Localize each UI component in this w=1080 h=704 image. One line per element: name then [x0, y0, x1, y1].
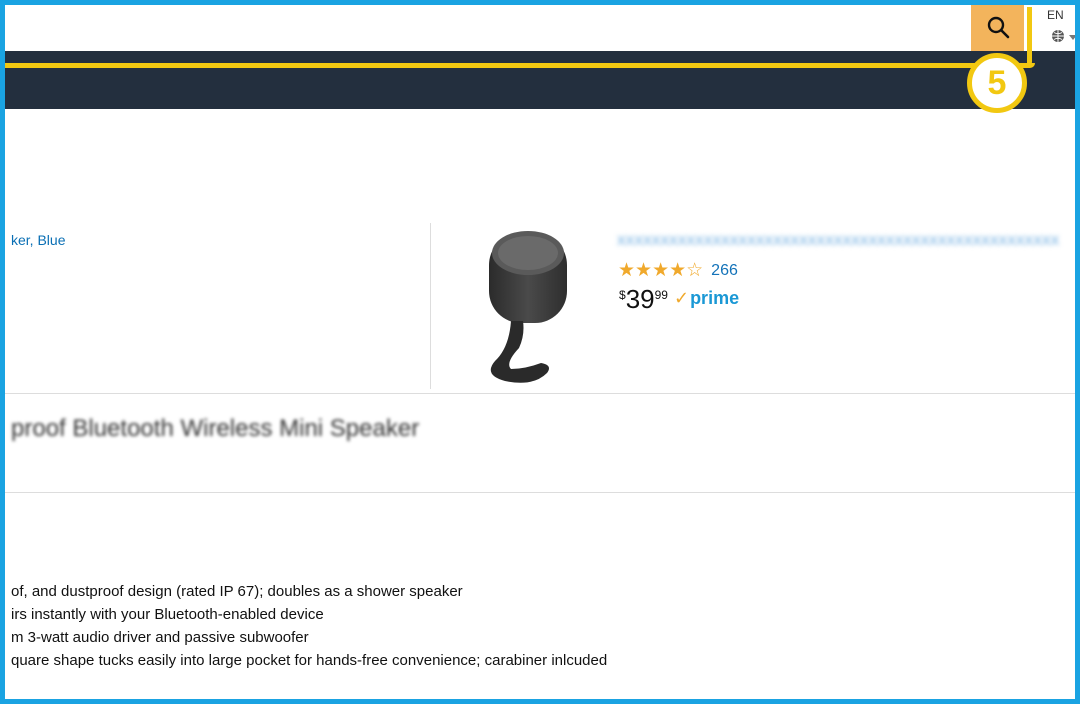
- feature-list: of, and dustproof design (rated IP 67); …: [11, 580, 607, 672]
- price: $ 39 99 ✓ prime: [619, 285, 739, 313]
- result-title-link-left[interactable]: ker, Blue: [11, 232, 65, 248]
- search-input[interactable]: [5, 5, 969, 51]
- product-title-link[interactable]: XXXXXXXXXXXXXXXXXXXXXXXXXXXXXXXXXXXXXXXX…: [617, 233, 1075, 247]
- star-rating-icon[interactable]: ★★★★☆: [618, 261, 703, 280]
- feature-item: of, and dustproof design (rated IP 67); …: [11, 583, 463, 600]
- column-divider: [430, 223, 431, 389]
- prime-label: prime: [690, 288, 740, 308]
- step-number-badge: 5: [967, 53, 1027, 113]
- product-detail-title: proof Bluetooth Wireless Mini Speaker: [11, 415, 420, 442]
- top-search-bar: EN: [5, 5, 1075, 51]
- rating-row: ★★★★☆ 266: [618, 261, 738, 280]
- nav-bar: [5, 51, 1075, 109]
- feature-item: quare shape tucks easily into large pock…: [11, 652, 608, 669]
- chevron-down-icon: [1069, 35, 1075, 40]
- feature-item: irs instantly with your Bluetooth-enable…: [11, 606, 324, 623]
- highlight-bracket: [1027, 7, 1032, 67]
- language-code: EN: [1047, 8, 1064, 22]
- feature-item: m 3-watt audio driver and passive subwoo…: [11, 629, 309, 646]
- divider: [5, 393, 1075, 394]
- highlight-line: [5, 63, 1035, 68]
- language-selector[interactable]: EN: [1041, 7, 1075, 49]
- search-button[interactable]: [971, 5, 1024, 51]
- prime-badge: ✓ prime: [674, 288, 739, 309]
- review-count-link[interactable]: 266: [711, 262, 738, 280]
- rating-stars: ★★★★☆: [618, 259, 704, 281]
- product-image[interactable]: [475, 223, 575, 393]
- globe-icon: [1052, 30, 1064, 42]
- price-whole: 39: [625, 284, 655, 314]
- prime-check-icon: ✓: [673, 288, 690, 309]
- divider: [5, 492, 1075, 493]
- price-symbol: $: [619, 288, 626, 302]
- screenshot-frame: EN 5 ker, Blue XXXXXXXXXXXXXXXXXXXXXXXXX…: [0, 0, 1080, 704]
- search-icon: [987, 16, 1009, 39]
- price-fraction: 99: [654, 288, 668, 302]
